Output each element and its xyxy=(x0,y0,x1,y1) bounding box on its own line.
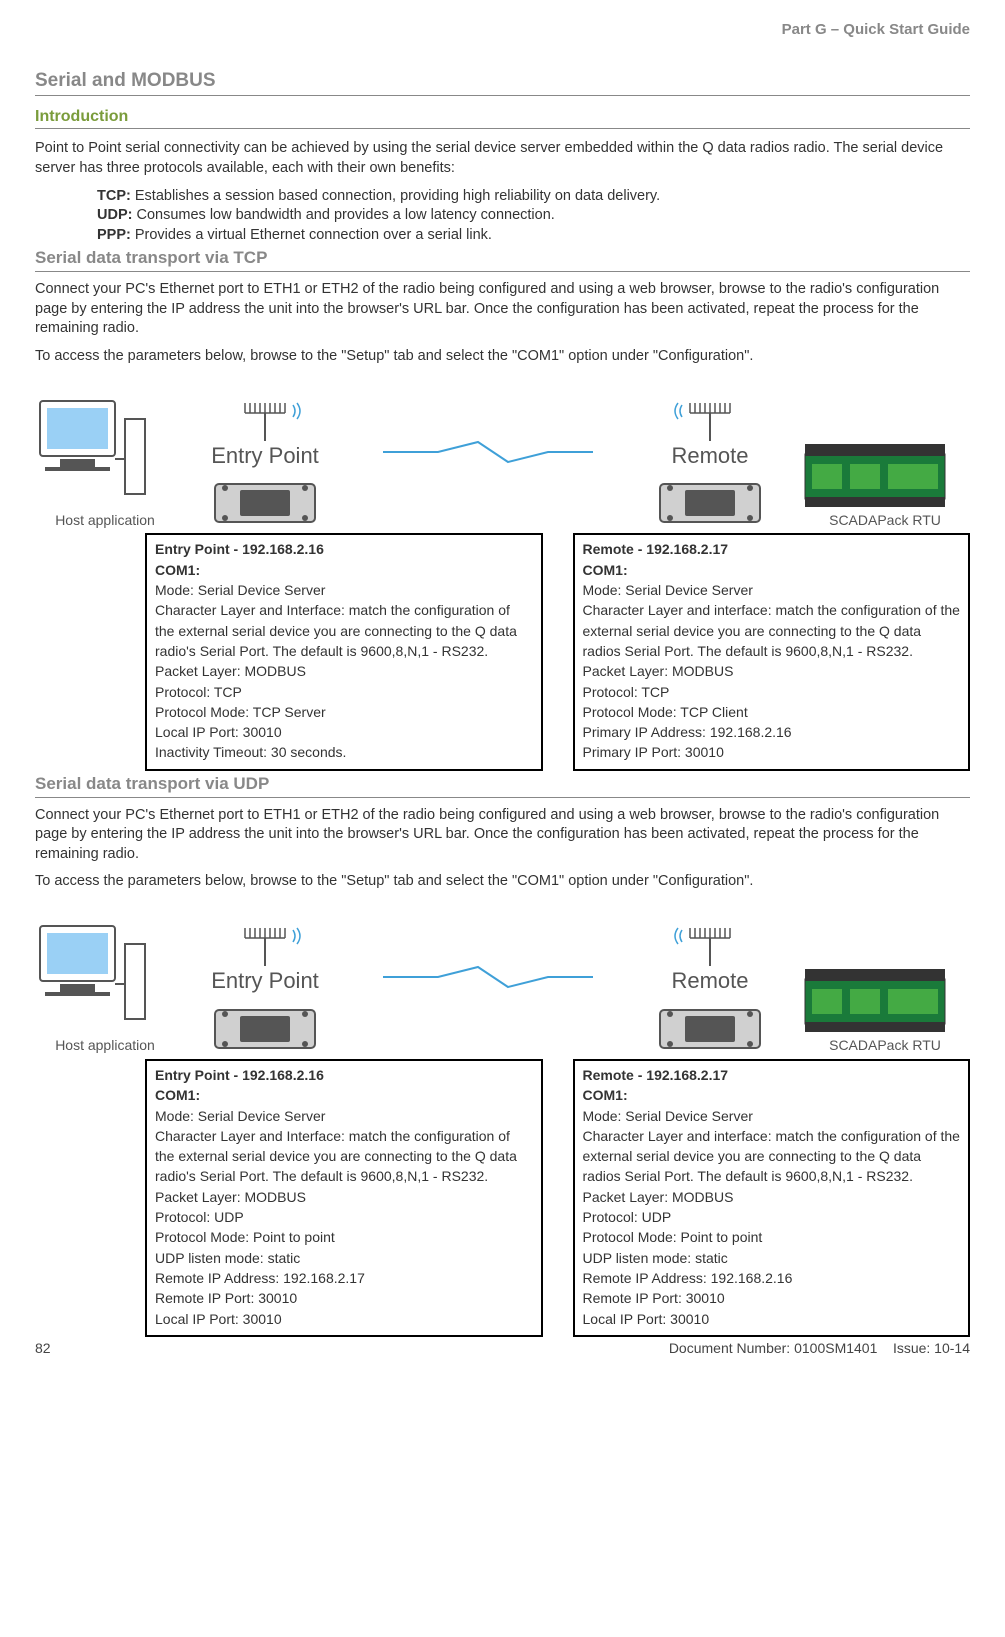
entry-point-label: Entry Point xyxy=(175,966,355,996)
cfg-line: Inactivity Timeout: 30 seconds. xyxy=(155,742,533,762)
udp-config-row: Entry Point - 192.168.2.16 COM1: Mode: S… xyxy=(35,1059,970,1337)
wireless-link-icon xyxy=(378,437,598,467)
cfg-line: Protocol Mode: Point to point xyxy=(155,1227,533,1247)
tcp-para2: To access the parameters below, browse t… xyxy=(35,347,970,367)
issue-number: Issue: 10-14 xyxy=(893,1340,970,1356)
cfg-title: Remote - 192.168.2.17 xyxy=(583,1065,961,1085)
cfg-title: Entry Point - 192.168.2.16 xyxy=(155,539,533,559)
cfg-line: Primary IP Address: 192.168.2.16 xyxy=(583,722,961,742)
tcp-desc: Establishes a session based connection, … xyxy=(131,188,660,204)
radio-device-icon xyxy=(655,1000,765,1055)
udp-heading: Serial data transport via UDP xyxy=(35,773,970,798)
cfg-com: COM1: xyxy=(583,1085,961,1105)
cfg-line: Character Layer and interface: match the… xyxy=(583,600,961,661)
cfg-line: Protocol: UDP xyxy=(155,1207,533,1227)
cfg-line: Protocol: UDP xyxy=(583,1207,961,1227)
cfg-line: UDP listen mode: static xyxy=(583,1248,961,1268)
cfg-line: UDP listen mode: static xyxy=(155,1248,533,1268)
antenna-icon xyxy=(660,401,760,441)
cfg-line: Packet Layer: MODBUS xyxy=(155,661,533,681)
remote-label: Remote xyxy=(620,441,800,471)
host-pc-icon xyxy=(35,399,155,509)
cfg-line: Mode: Serial Device Server xyxy=(155,1106,533,1126)
cfg-line: Primary IP Port: 30010 xyxy=(583,742,961,762)
udp-entry-config: Entry Point - 192.168.2.16 COM1: Mode: S… xyxy=(145,1059,543,1337)
cfg-com: COM1: xyxy=(155,1085,533,1105)
radio-device-icon xyxy=(210,1000,320,1055)
radio-device-icon xyxy=(210,474,320,529)
cfg-line: Protocol Mode: Point to point xyxy=(583,1227,961,1247)
diagram-udp: Host application Entry Point xyxy=(35,900,970,1055)
tcp-label: TCP: xyxy=(97,188,131,204)
page-header: Part G – Quick Start Guide xyxy=(35,20,970,40)
cfg-title: Remote - 192.168.2.17 xyxy=(583,539,961,559)
rtu-device-icon xyxy=(800,964,950,1034)
cfg-line: Local IP Port: 30010 xyxy=(583,1309,961,1329)
host-label: Host application xyxy=(35,1036,175,1055)
tcp-config-row: Entry Point - 192.168.2.16 COM1: Mode: S… xyxy=(35,533,970,770)
rtu-label: SCADAPack RTU xyxy=(800,511,970,530)
cfg-line: Packet Layer: MODBUS xyxy=(583,1187,961,1207)
cfg-com: COM1: xyxy=(155,560,533,580)
protocol-list: TCP: Establishes a session based connect… xyxy=(97,187,970,246)
tcp-para1: Connect your PC's Ethernet port to ETH1 … xyxy=(35,280,970,339)
cfg-line: Protocol Mode: TCP Client xyxy=(583,702,961,722)
udp-para2: To access the parameters below, browse t… xyxy=(35,872,970,892)
udp-label: UDP: xyxy=(97,207,132,223)
intro-paragraph: Point to Point serial connectivity can b… xyxy=(35,139,970,178)
remote-label: Remote xyxy=(620,966,800,996)
cfg-line: Packet Layer: MODBUS xyxy=(155,1187,533,1207)
cfg-line: Remote IP Address: 192.168.2.16 xyxy=(583,1268,961,1288)
cfg-line: Protocol: TCP xyxy=(583,682,961,702)
cfg-line: Local IP Port: 30010 xyxy=(155,1309,533,1329)
section-title: Serial and MODBUS xyxy=(35,68,970,96)
cfg-line: Remote IP Port: 30010 xyxy=(583,1288,961,1308)
cfg-line: Protocol Mode: TCP Server xyxy=(155,702,533,722)
udp-remote-config: Remote - 192.168.2.17 COM1: Mode: Serial… xyxy=(573,1059,971,1337)
cfg-line: Protocol: TCP xyxy=(155,682,533,702)
rtu-device-icon xyxy=(800,439,950,509)
cfg-line: Mode: Serial Device Server xyxy=(583,1106,961,1126)
host-label: Host application xyxy=(35,511,175,530)
page-number: 82 xyxy=(35,1339,51,1358)
antenna-icon xyxy=(215,926,315,966)
tcp-entry-config: Entry Point - 192.168.2.16 COM1: Mode: S… xyxy=(145,533,543,770)
cfg-line: Local IP Port: 30010 xyxy=(155,722,533,742)
radio-device-icon xyxy=(655,474,765,529)
tcp-heading: Serial data transport via TCP xyxy=(35,247,970,272)
entry-point-label: Entry Point xyxy=(175,441,355,471)
intro-heading: Introduction xyxy=(35,106,970,130)
cfg-line: Character Layer and Interface: match the… xyxy=(155,1126,533,1187)
host-pc-icon xyxy=(35,924,155,1034)
tcp-remote-config: Remote - 192.168.2.17 COM1: Mode: Serial… xyxy=(573,533,971,770)
cfg-line: Mode: Serial Device Server xyxy=(155,580,533,600)
diagram-tcp: Host application Entry Point xyxy=(35,374,970,529)
cfg-line: Remote IP Port: 30010 xyxy=(155,1288,533,1308)
ppp-label: PPP: xyxy=(97,227,131,243)
cfg-line: Character Layer and interface: match the… xyxy=(583,1126,961,1187)
cfg-line: Packet Layer: MODBUS xyxy=(583,661,961,681)
rtu-label: SCADAPack RTU xyxy=(800,1036,970,1055)
wireless-link-icon xyxy=(378,962,598,992)
antenna-icon xyxy=(215,401,315,441)
cfg-line: Mode: Serial Device Server xyxy=(583,580,961,600)
ppp-desc: Provides a virtual Ethernet connection o… xyxy=(131,227,492,243)
cfg-line: Remote IP Address: 192.168.2.17 xyxy=(155,1268,533,1288)
cfg-line: Character Layer and Interface: match the… xyxy=(155,600,533,661)
udp-para1: Connect your PC's Ethernet port to ETH1 … xyxy=(35,806,970,865)
cfg-title: Entry Point - 192.168.2.16 xyxy=(155,1065,533,1085)
page-footer: 82 Document Number: 0100SM1401 Issue: 10… xyxy=(35,1339,970,1358)
doc-number: Document Number: 0100SM1401 xyxy=(669,1340,878,1356)
cfg-com: COM1: xyxy=(583,560,961,580)
antenna-icon xyxy=(660,926,760,966)
udp-desc: Consumes low bandwidth and provides a lo… xyxy=(132,207,554,223)
